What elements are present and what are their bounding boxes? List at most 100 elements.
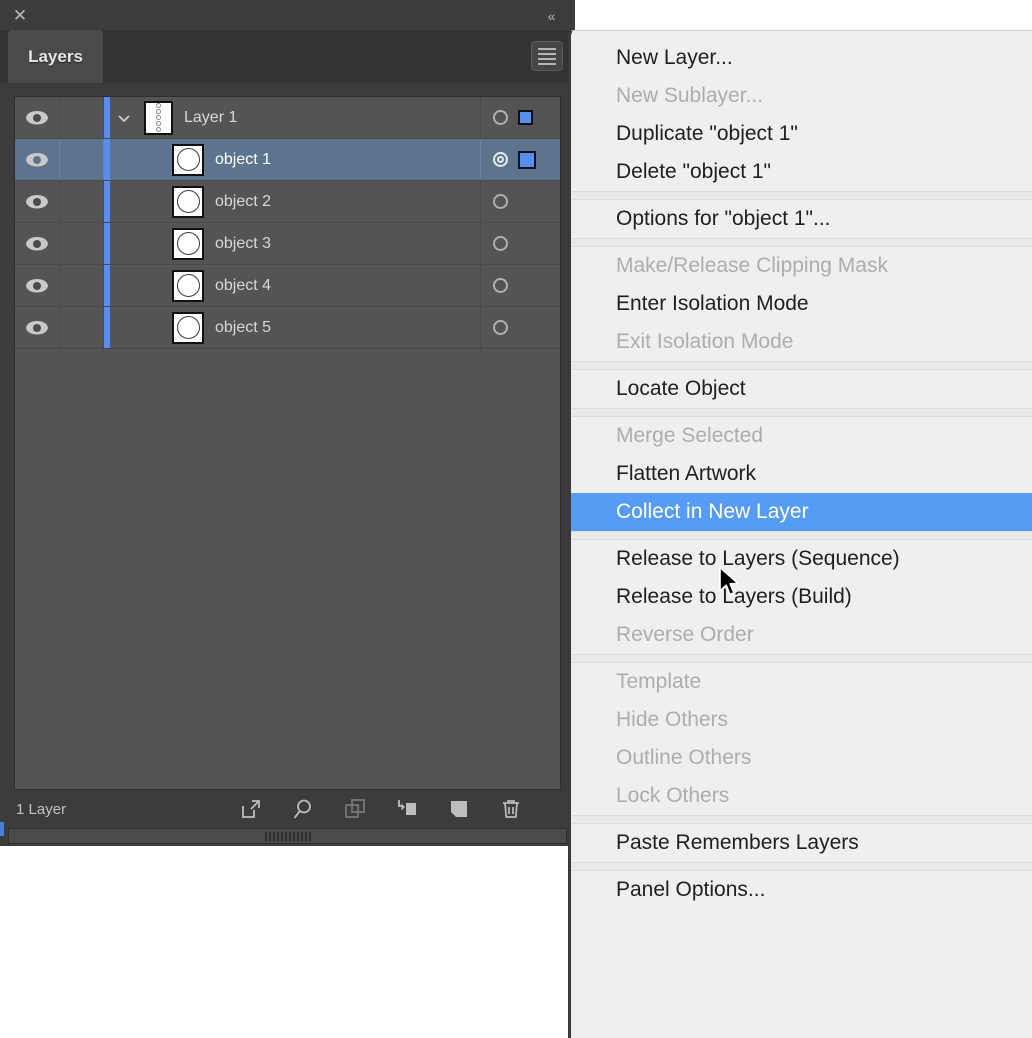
selection-indicator-square: [518, 110, 533, 125]
menu-separator: [571, 862, 1032, 871]
lock-toggle-cell[interactable]: [60, 181, 104, 222]
tab-layers[interactable]: Layers: [8, 30, 103, 83]
layer-row-main: object 1: [110, 139, 480, 180]
visibility-toggle-eye-icon[interactable]: [15, 139, 60, 180]
visibility-toggle-eye-icon[interactable]: [15, 181, 60, 222]
menu-item[interactable]: Locate Object: [571, 370, 1032, 408]
object-thumbnail: [172, 185, 204, 218]
menu-separator: [571, 361, 1032, 370]
target-column: [480, 223, 560, 264]
lock-toggle-cell[interactable]: [60, 265, 104, 306]
lock-toggle-cell[interactable]: [60, 223, 104, 264]
target-column: [480, 265, 560, 306]
layer-row-main: Layer 1: [110, 97, 480, 138]
layer-row-label: object 1: [215, 150, 272, 168]
target-circle-icon[interactable]: [493, 320, 508, 335]
layer-row-label: Layer 1: [184, 108, 238, 126]
visibility-toggle-eye-icon[interactable]: [15, 265, 60, 306]
menu-item: Hide Others: [616, 708, 729, 731]
menu-item[interactable]: Panel Options...: [571, 871, 1032, 909]
menu-item: Merge Selected: [616, 424, 764, 447]
layer-row-label: object 2: [215, 192, 272, 210]
chevron-down-icon[interactable]: [110, 97, 138, 138]
layers-panel: ✕ « Layers Layer 1 object 1 object 2 object…: [0, 0, 575, 846]
layer-count-label: 1 Layer: [16, 800, 67, 818]
hamburger-line: [538, 62, 556, 65]
visibility-toggle-eye-icon[interactable]: [15, 223, 60, 264]
menu-item[interactable]: Options for "object 1"...: [571, 200, 1032, 238]
menu-item: Lock Others: [616, 784, 730, 807]
target-circle-icon[interactable]: [493, 152, 508, 167]
object-thumbnail: [172, 311, 204, 344]
lock-toggle-cell[interactable]: [60, 97, 104, 138]
layer-row-label: object 3: [215, 234, 272, 252]
menu-item[interactable]: Release to Layers (Sequence): [571, 540, 1032, 578]
layer-row-main: object 2: [110, 181, 480, 222]
collapse-double-chevron-icon[interactable]: «: [539, 6, 563, 26]
layer-row[interactable]: object 5: [15, 307, 560, 349]
object-thumbnail: [172, 143, 204, 176]
lock-toggle-cell[interactable]: [60, 139, 104, 180]
layer-row-label: object 4: [215, 276, 272, 294]
panel-menu-hamburger-icon[interactable]: [531, 41, 563, 71]
menu-item[interactable]: Duplicate "object 1": [571, 115, 1032, 153]
close-icon[interactable]: ✕: [9, 6, 31, 26]
make-clipping-mask-icon[interactable]: [343, 797, 367, 821]
menu-item[interactable]: Enter Isolation Mode: [571, 285, 1032, 323]
menu-item[interactable]: New Layer...: [571, 39, 1032, 77]
menu-separator: [571, 815, 1032, 824]
panel-titlebar: ✕ «: [0, 0, 575, 30]
create-new-sublayer-icon[interactable]: [395, 797, 419, 821]
hamburger-line: [538, 47, 556, 50]
target-circle-icon[interactable]: [493, 236, 508, 251]
layer-row-label: object 5: [215, 318, 272, 336]
menu-item: Reverse Order: [616, 623, 754, 646]
visibility-toggle-eye-icon[interactable]: [15, 307, 60, 348]
delete-selection-icon[interactable]: [499, 797, 523, 821]
target-circle-icon[interactable]: [493, 110, 508, 125]
menu-item: Outline Others: [616, 746, 752, 769]
hamburger-line: [538, 57, 556, 60]
layer-row[interactable]: Layer 1: [15, 97, 560, 139]
object-thumbnail: [172, 227, 204, 260]
layer-row-main: object 4: [110, 265, 480, 306]
layer-row[interactable]: object 4: [15, 265, 560, 307]
menu-separator: [571, 408, 1032, 417]
target-circle-icon[interactable]: [493, 278, 508, 293]
menu-item[interactable]: Release to Layers (Build): [571, 578, 1032, 616]
lock-toggle-cell[interactable]: [60, 307, 104, 348]
layer-row-main: object 3: [110, 223, 480, 264]
visibility-toggle-eye-icon[interactable]: [15, 97, 60, 138]
layers-panel-context-menu[interactable]: New Layer... New Sublayer... Duplicate "ob…: [568, 30, 1032, 1038]
menu-top-pad: [571, 31, 1032, 39]
footer-toolbar: [239, 797, 523, 821]
target-column: [480, 181, 560, 222]
layer-row[interactable]: object 1: [15, 139, 560, 181]
target-column: [480, 97, 560, 138]
selection-indicator-square: [518, 150, 536, 169]
target-column: [480, 307, 560, 348]
menu-separator: [571, 654, 1032, 663]
panel-resize-grip[interactable]: [8, 828, 567, 844]
menu-item[interactable]: Delete "object 1": [571, 153, 1032, 191]
menu-item[interactable]: Flatten Artwork: [571, 455, 1032, 493]
target-column: [480, 139, 560, 180]
screen-root: ✕ « Layers Layer 1 object 1 object 2 object…: [0, 0, 1032, 1038]
menu-item: Exit Isolation Mode: [616, 330, 794, 353]
menu-separator: [571, 238, 1032, 247]
target-circle-icon[interactable]: [493, 194, 508, 209]
menu-separator: [571, 191, 1032, 200]
create-new-layer-icon[interactable]: [447, 797, 471, 821]
release-to-layers-icon[interactable]: [239, 797, 263, 821]
hamburger-line: [538, 52, 556, 55]
layer-row[interactable]: object 3: [15, 223, 560, 265]
panel-tabstrip: Layers: [0, 30, 575, 83]
panel-footer: 1 Layer: [0, 790, 575, 828]
menu-item[interactable]: Collect in New Layer: [571, 493, 1032, 531]
menu-item[interactable]: Paste Remembers Layers: [571, 824, 1032, 862]
layer-list[interactable]: Layer 1 object 1 object 2 object 3 object 4 o…: [14, 96, 561, 790]
menu-item: Template: [616, 670, 702, 693]
locate-object-icon[interactable]: [291, 797, 315, 821]
menu-item: Make/Release Clipping Mask: [616, 254, 888, 277]
layer-row[interactable]: object 2: [15, 181, 560, 223]
